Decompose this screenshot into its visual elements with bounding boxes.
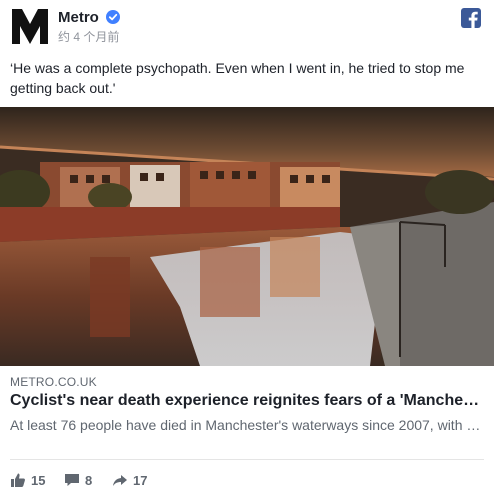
post-header: Metro 约 4 个月前 bbox=[0, 0, 494, 50]
share-count: 17 bbox=[133, 472, 148, 488]
page-name[interactable]: Metro bbox=[58, 9, 99, 26]
post-text: ‘He was a complete psychopath. Even when… bbox=[10, 60, 465, 96]
link-preview-meta[interactable]: METRO.CO.UK Cyclist's near death experie… bbox=[0, 366, 494, 451]
thumbs-up-icon bbox=[11, 473, 25, 487]
share-arrow-icon bbox=[113, 475, 127, 486]
comment-button[interactable]: 8 bbox=[64, 470, 92, 490]
comment-count: 8 bbox=[85, 472, 93, 488]
share-button[interactable]: 17 bbox=[112, 470, 147, 490]
post-timestamp[interactable]: 约 4 个月前 bbox=[58, 28, 119, 45]
link-domain: METRO.CO.UK bbox=[10, 375, 97, 389]
like-button[interactable]: 15 bbox=[10, 470, 45, 490]
link-preview-card[interactable]: METRO.CO.UK Cyclist's near death experie… bbox=[0, 107, 494, 451]
verified-badge-icon bbox=[106, 10, 120, 24]
like-count: 15 bbox=[31, 472, 46, 488]
facebook-logo-icon[interactable] bbox=[461, 8, 481, 28]
link-preview-image[interactable] bbox=[0, 107, 494, 366]
metro-logo-icon[interactable] bbox=[10, 6, 50, 46]
comment-icon bbox=[65, 474, 79, 486]
link-title[interactable]: Cyclist's near death experience reignite… bbox=[10, 392, 486, 410]
engagement-bar: 15 8 17 bbox=[0, 466, 494, 494]
link-description: At least 76 people have died in Manchest… bbox=[10, 417, 486, 433]
divider bbox=[10, 459, 484, 460]
